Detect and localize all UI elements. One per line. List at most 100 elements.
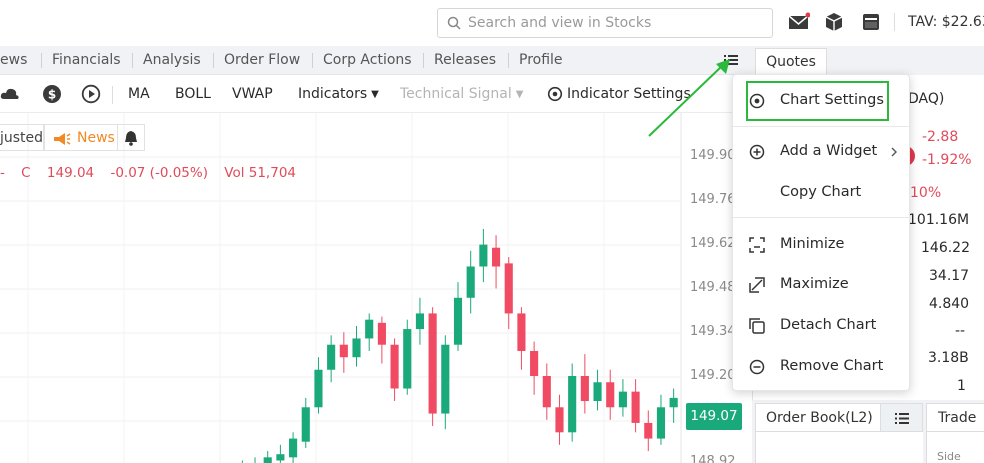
ohlc-dash: - [0, 165, 5, 181]
tab-trade[interactable]: Trade [926, 403, 984, 432]
candle-body [365, 319, 374, 339]
menu-item-minimize[interactable]: Minimize [733, 226, 911, 264]
caret-down-icon: ▼ [371, 89, 379, 100]
candle-body [301, 407, 310, 442]
menu-divider [733, 217, 911, 218]
menu-item-copy-chart[interactable]: Copy Chart [733, 174, 911, 212]
list-icon [895, 413, 909, 424]
adjusted-toggle[interactable]: justed [0, 124, 44, 151]
candle-body [631, 391, 640, 423]
candle-body [593, 382, 602, 402]
ohlc-close-label: C [21, 165, 31, 181]
candle-body [656, 407, 666, 439]
inbox-icon[interactable] [861, 12, 881, 36]
candle-body [466, 266, 475, 298]
detach-icon [749, 318, 765, 338]
menu-label: Add a Widget [780, 143, 878, 159]
tab-order-flow[interactable]: Order Flow [212, 46, 300, 75]
ohlc-close-value: 149.04 [46, 165, 95, 181]
quote-value: 101.16M [908, 212, 970, 228]
search-input[interactable] [468, 13, 763, 33]
tab-analysis[interactable]: Analysis [132, 46, 201, 75]
alert-button[interactable] [118, 124, 145, 151]
quote-change: -2.88 [922, 129, 959, 145]
tab-financials[interactable]: Financials [41, 46, 121, 75]
caret-down-icon: ▼ [515, 89, 524, 100]
indicators-label: Indicators [298, 86, 368, 102]
annotation-arrow [648, 59, 730, 137]
candle-body [580, 376, 589, 402]
vwap-button[interactable]: VWAP [232, 76, 273, 113]
candle-body [530, 350, 539, 376]
price-axis-label: 149.62 [690, 236, 736, 251]
price-axis-label: 149.76 [690, 192, 736, 207]
candle-body [568, 376, 577, 433]
bell-icon [125, 131, 137, 146]
search-icon [447, 16, 461, 34]
technical-signal-dropdown[interactable]: Technical Signal ▼ [400, 76, 523, 113]
highlight-box [746, 81, 889, 121]
menu-divider [733, 126, 911, 127]
indicators-dropdown[interactable]: Indicators ▼ [298, 76, 379, 113]
quote-change-pct: -1.92% [922, 152, 972, 168]
news-label: News [77, 130, 115, 146]
news-toggle[interactable]: News [44, 124, 118, 151]
exchange-label: DAQ) [908, 91, 945, 107]
candle-body [314, 369, 323, 408]
price-axis-label: 149.20 [690, 368, 736, 383]
order-book-list-button[interactable] [881, 403, 923, 432]
quote-pct: 10% [910, 185, 942, 201]
menu-item-add-widget[interactable]: Add a Widget [733, 133, 911, 171]
menu-item-detach-chart[interactable]: Detach Chart [733, 307, 911, 345]
quote-value: 4.840 [929, 296, 970, 312]
cloud-icon[interactable] [0, 84, 20, 108]
candle-body [517, 313, 526, 351]
candle-body [403, 329, 412, 389]
tab-order-book[interactable]: Order Book(L2) [755, 403, 881, 432]
boll-button[interactable]: BOLL [175, 76, 211, 113]
candle-body [289, 438, 298, 458]
candle-body [453, 297, 463, 345]
quote-value: -- [955, 323, 966, 339]
menu-item-remove-chart[interactable]: Remove Chart [733, 348, 911, 386]
order-book-body [755, 432, 923, 463]
candle-body [276, 454, 285, 461]
quote-value: 1 [957, 378, 966, 394]
candle-body [441, 344, 450, 414]
menu-label: Copy Chart [780, 184, 862, 200]
candle-body [415, 313, 425, 330]
chart-context-menu: Chart Settings Add a Widget Copy Chart M… [732, 74, 911, 391]
candle-body [606, 382, 615, 408]
price-axis-label: 149.48 [690, 280, 736, 295]
tab-quotes[interactable]: Quotes [755, 48, 827, 76]
candle-body [352, 338, 361, 358]
price-axis-label: 148.92 [690, 454, 736, 463]
menu-label: Detach Chart [780, 317, 877, 333]
tab-corp-actions[interactable]: Corp Actions [312, 46, 412, 75]
play-icon[interactable] [81, 84, 101, 108]
toolbar-separator [112, 86, 113, 104]
menu-item-maximize[interactable]: Maximize [733, 266, 911, 304]
tab-releases[interactable]: Releases [423, 46, 496, 75]
indicator-settings-icon [547, 86, 563, 106]
candle-body [644, 422, 653, 439]
dollar-icon[interactable]: $ [42, 84, 62, 108]
tab-news[interactable]: ews [0, 46, 27, 75]
ma-button[interactable]: MA [128, 76, 150, 113]
quote-value: 146.22 [921, 240, 970, 256]
price-axis-label: 149.34 [690, 324, 736, 339]
minus-circle-icon [749, 359, 765, 379]
candle-body [618, 391, 627, 408]
cube-icon[interactable] [824, 12, 844, 36]
mail-icon[interactable] [788, 12, 811, 36]
side-column-header: Side [937, 450, 961, 463]
candle-body [377, 322, 386, 345]
candle-body [491, 247, 501, 267]
candle-body [263, 457, 272, 463]
candle-body [555, 407, 564, 433]
price-axis-label: 149.90 [690, 148, 736, 163]
ohlc-readout: - C 149.04 -0.07 (-0.05%) Vol 51,704 [0, 165, 308, 181]
maximize-icon [749, 277, 765, 297]
search-box[interactable] [437, 8, 773, 38]
tab-profile[interactable]: Profile [508, 46, 563, 75]
